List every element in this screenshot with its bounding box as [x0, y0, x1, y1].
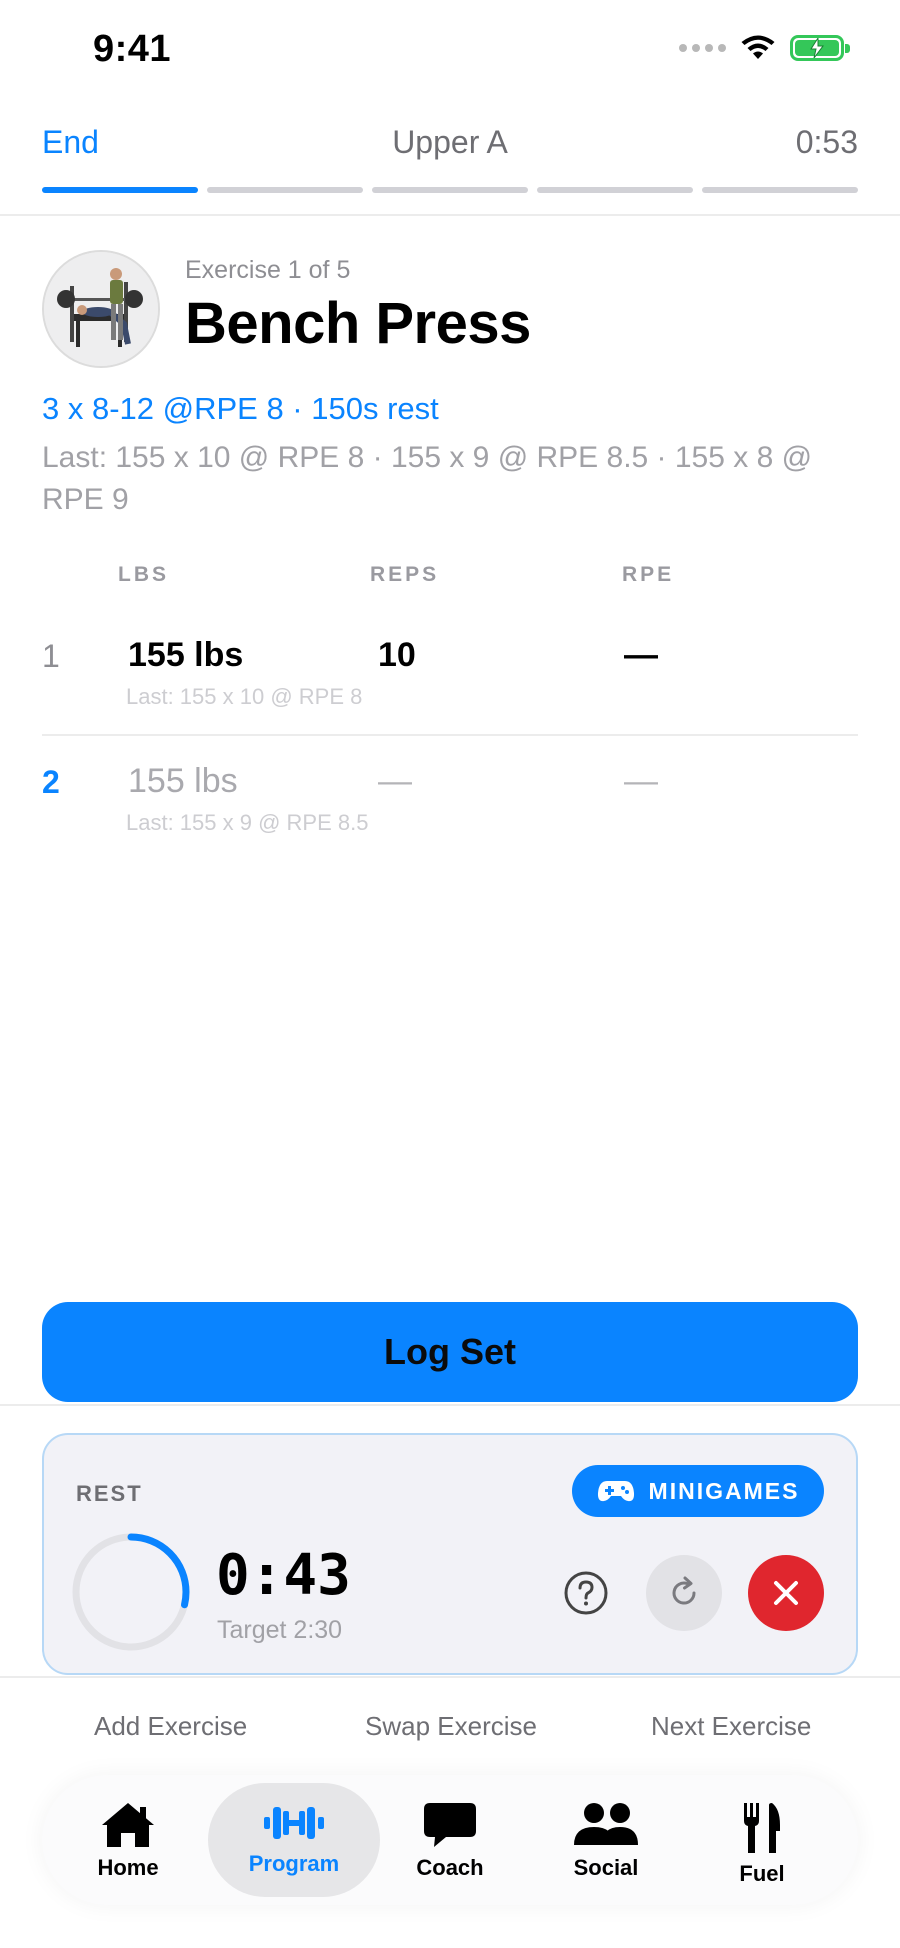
column-header-lbs: LBS	[118, 563, 169, 586]
add-exercise-link[interactable]: Add Exercise	[94, 1711, 247, 1742]
rest-progress-ring	[72, 1533, 190, 1651]
progress-segment	[372, 187, 528, 193]
question-icon	[564, 1571, 608, 1615]
last-session-summary: Last: 155 x 10 @ RPE 8 · 155 x 9 @ RPE 8…	[42, 441, 813, 516]
exercise-progress-bar	[42, 187, 858, 193]
house-icon	[102, 1803, 154, 1847]
status-time: 9:41	[93, 28, 172, 70]
fork-knife-icon	[744, 1803, 780, 1853]
column-header-rpe: RPE	[622, 563, 675, 586]
set-rpe[interactable]: —	[624, 636, 658, 675]
set-last-hint: Last: 155 x 10 @ RPE 8	[126, 684, 363, 709]
bench-press-illustration	[44, 252, 158, 366]
cellular-signal-icon	[679, 44, 726, 52]
reset-icon	[672, 1576, 696, 1605]
battery-icon	[790, 35, 850, 61]
tab-social[interactable]: Social	[520, 1783, 692, 1897]
status-bar: 9:41	[0, 0, 900, 100]
close-icon	[774, 1581, 798, 1605]
tab-label: Fuel	[739, 1861, 785, 1886]
status-icons	[679, 34, 850, 62]
set-reps[interactable]: —	[378, 762, 412, 801]
progress-segment	[537, 187, 693, 193]
help-button[interactable]	[548, 1555, 624, 1631]
divider	[0, 1404, 900, 1406]
exercise-name: Bench Press	[185, 291, 531, 356]
rest-label: REST	[76, 1481, 143, 1506]
minigames-button[interactable]: MINIGAMES	[572, 1465, 824, 1517]
workout-header: Upper A End 0:53	[0, 100, 900, 216]
exercise-scheme: 3 x 8-12 @RPE 8 · 150s rest	[42, 391, 439, 426]
people-icon	[574, 1803, 638, 1845]
dumbbell-icon	[264, 1807, 324, 1839]
tab-fuel[interactable]: Fuel	[676, 1783, 848, 1897]
tab-bar: Home Program Coach Social Fuel	[42, 1775, 858, 1905]
set-weight[interactable]: 155 lbs	[128, 762, 238, 801]
log-set-button[interactable]: Log Set	[42, 1302, 858, 1402]
set-row[interactable]: 2 155 lbs — — Last: 155 x 9 @ RPE 8.5	[42, 736, 858, 862]
set-rpe[interactable]: —	[624, 762, 658, 801]
tab-label: Social	[573, 1855, 639, 1880]
workout-elapsed-time: 0:53	[795, 124, 858, 160]
set-number: 2	[42, 764, 60, 800]
progress-segment	[42, 187, 198, 193]
tab-coach[interactable]: Coach	[364, 1783, 536, 1897]
set-weight[interactable]: 155 lbs	[128, 636, 243, 675]
progress-segment	[207, 187, 363, 193]
exercise-counter: Exercise 1 of 5	[185, 256, 351, 284]
swap-exercise-link[interactable]: Swap Exercise	[365, 1711, 537, 1742]
minigames-label: MINIGAMES	[648, 1477, 800, 1504]
tab-label: Coach	[416, 1855, 484, 1880]
set-reps[interactable]: 10	[378, 636, 416, 675]
tab-home[interactable]: Home	[42, 1783, 214, 1897]
set-row[interactable]: 1 155 lbs 10 — Last: 155 x 10 @ RPE 8	[42, 610, 858, 736]
tab-label: Program	[248, 1851, 340, 1876]
progress-segment	[702, 187, 858, 193]
rest-time-remaining: 0:43	[216, 1543, 351, 1608]
wifi-icon	[741, 35, 775, 59]
set-last-hint: Last: 155 x 9 @ RPE 8.5	[126, 810, 369, 835]
divider	[0, 1676, 900, 1678]
tab-label: Home	[97, 1855, 159, 1880]
workout-title: Upper A	[392, 124, 508, 160]
end-workout-button[interactable]: End	[42, 124, 99, 161]
exercise-thumbnail[interactable]	[42, 250, 160, 368]
reset-timer-button[interactable]	[646, 1555, 722, 1631]
chat-bubble-icon	[424, 1803, 476, 1847]
column-header-reps: REPS	[370, 563, 440, 586]
rest-target: Target 2:30	[217, 1616, 343, 1644]
rest-timer-card: REST MINIGAMES 0:43 Target 2:30	[42, 1433, 858, 1675]
next-exercise-link[interactable]: Next Exercise	[651, 1711, 811, 1742]
skip-rest-button[interactable]	[748, 1555, 824, 1631]
tab-program[interactable]: Program	[208, 1783, 380, 1897]
gamepad-icon	[597, 1481, 634, 1502]
set-number: 1	[42, 638, 60, 674]
